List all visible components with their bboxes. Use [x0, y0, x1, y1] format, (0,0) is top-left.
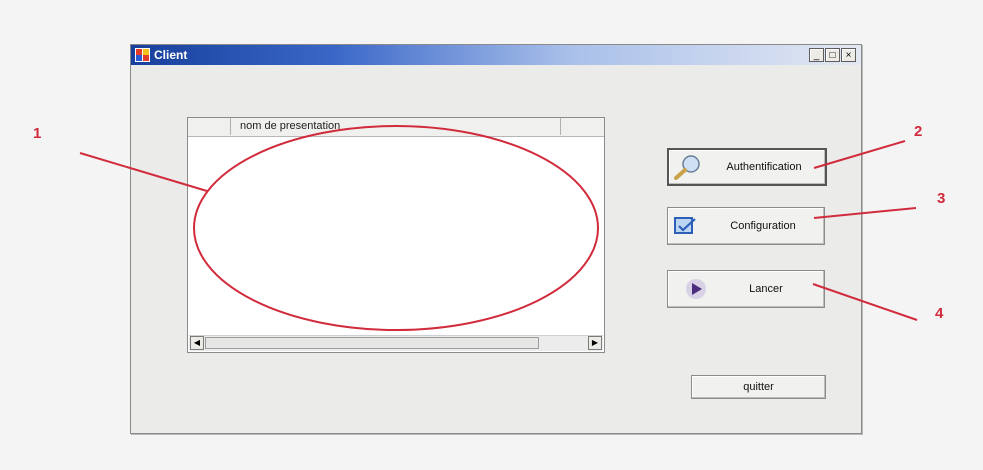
scroll-right-button[interactable]: ▶: [588, 336, 602, 350]
annotation-label-2: 2: [914, 123, 923, 140]
client-window: Client _ □ × nom de presentation ◀ ▶ Aut…: [130, 44, 862, 434]
title-bar[interactable]: Client _ □ ×: [131, 45, 861, 65]
configuration-label: Configuration: [730, 220, 796, 232]
horizontal-scrollbar[interactable]: ◀ ▶: [189, 335, 603, 351]
configuration-icon: [672, 213, 702, 239]
scroll-left-button[interactable]: ◀: [190, 336, 204, 350]
authentification-label: Authentification: [726, 161, 802, 173]
configuration-button[interactable]: Configuration: [667, 207, 825, 245]
list-header: nom de presentation: [188, 118, 604, 137]
app-icon: [135, 48, 150, 62]
window-title: Client: [154, 48, 188, 62]
annotation-label-1: 1: [33, 125, 42, 142]
lancer-label: Lancer: [749, 283, 783, 295]
annotation-label-3: 3: [937, 190, 946, 207]
play-icon: [684, 278, 708, 300]
authentification-button[interactable]: Authentification: [667, 148, 827, 186]
magnifier-icon: [673, 154, 703, 180]
annotation-label-4: 4: [935, 305, 944, 322]
quitter-button[interactable]: quitter: [691, 375, 826, 399]
maximize-button[interactable]: □: [825, 48, 840, 62]
column-header-select[interactable]: [188, 118, 231, 135]
presentation-list[interactable]: nom de presentation ◀ ▶: [187, 117, 605, 353]
close-button[interactable]: ×: [841, 48, 856, 62]
column-header-nom-de-presentation[interactable]: nom de presentation: [231, 118, 561, 135]
minimize-button[interactable]: _: [809, 48, 824, 62]
scroll-thumb[interactable]: [205, 337, 539, 349]
quitter-label: quitter: [743, 381, 774, 393]
window-controls: _ □ ×: [809, 48, 856, 62]
lancer-button[interactable]: Lancer: [667, 270, 825, 308]
